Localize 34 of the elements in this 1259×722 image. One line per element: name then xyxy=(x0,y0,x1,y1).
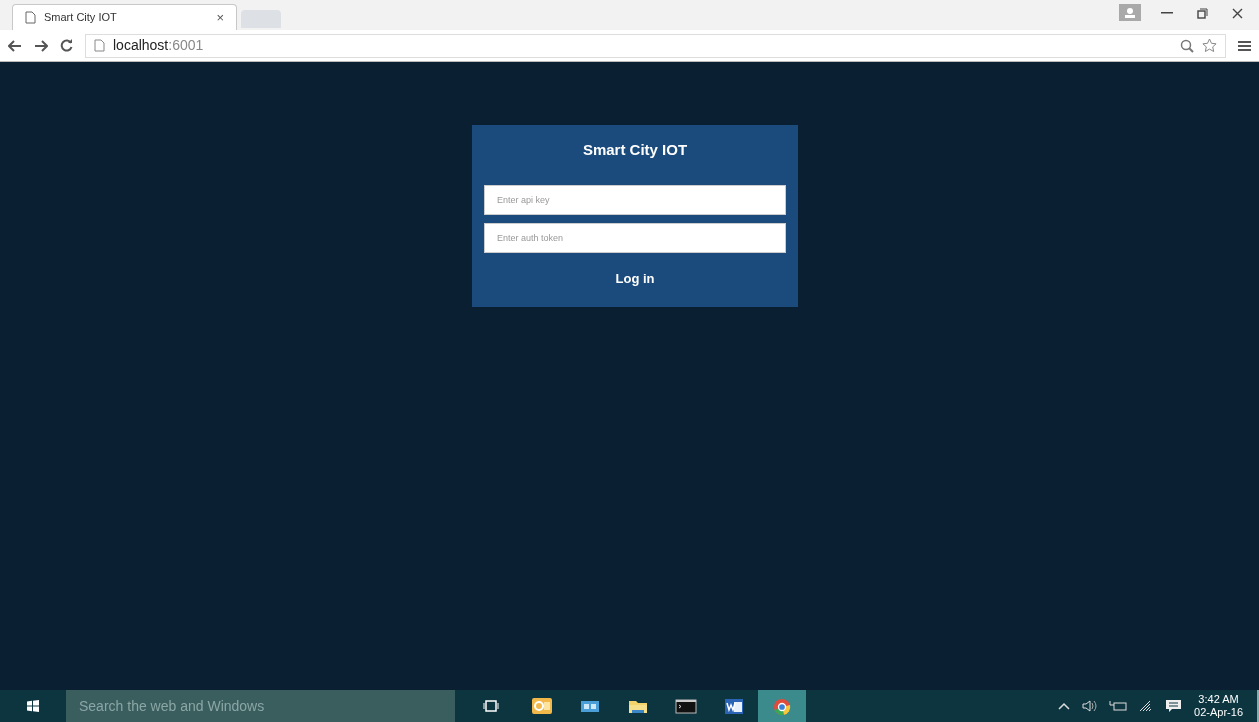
task-view-icon[interactable] xyxy=(483,700,499,712)
speaker-icon[interactable] xyxy=(1082,700,1098,712)
reload-icon[interactable] xyxy=(60,39,73,52)
clock-date[interactable]: 02-Apr-16 xyxy=(1194,706,1243,719)
notification-icon[interactable] xyxy=(1165,699,1183,713)
mail-app-icon xyxy=(531,696,553,716)
page-icon xyxy=(94,39,105,52)
close-icon[interactable] xyxy=(1232,8,1243,19)
minimize-icon[interactable] xyxy=(1161,12,1173,14)
terminal-icon xyxy=(675,696,697,716)
tab-title: Smart City IOT xyxy=(44,10,118,26)
clock-time[interactable]: 3:42 AM xyxy=(1198,693,1239,706)
page-icon xyxy=(25,11,36,24)
close-tab-button[interactable]: × xyxy=(216,7,224,28)
restore-icon[interactable] xyxy=(1197,8,1208,19)
input-field[interactable]: Enter auth token xyxy=(484,222,786,253)
zoom-icon[interactable] xyxy=(1180,38,1194,53)
wifi-icon[interactable] xyxy=(1139,700,1154,712)
star-icon[interactable] xyxy=(1202,38,1217,53)
input-field[interactable]: Enter api key xyxy=(484,184,786,215)
url-text: localhost:6001 xyxy=(113,36,204,55)
browser-app-icon xyxy=(771,696,793,716)
address-bar[interactable]: localhost:6001 xyxy=(85,33,1226,58)
login-button[interactable]: Log in xyxy=(603,264,667,292)
document-app-icon xyxy=(723,696,745,716)
windows-start-icon[interactable] xyxy=(27,700,39,712)
browser-tab[interactable]: Smart City IOT × xyxy=(12,4,237,30)
menu-icon[interactable] xyxy=(1238,39,1251,52)
battery-icon[interactable] xyxy=(1109,700,1128,712)
back-icon[interactable] xyxy=(8,39,22,52)
forward-icon[interactable] xyxy=(34,39,48,52)
login-title: Smart City IOT xyxy=(582,140,688,160)
chevron-up-icon[interactable] xyxy=(1058,702,1071,710)
search-field[interactable]: Search the web and Windows xyxy=(66,690,455,722)
